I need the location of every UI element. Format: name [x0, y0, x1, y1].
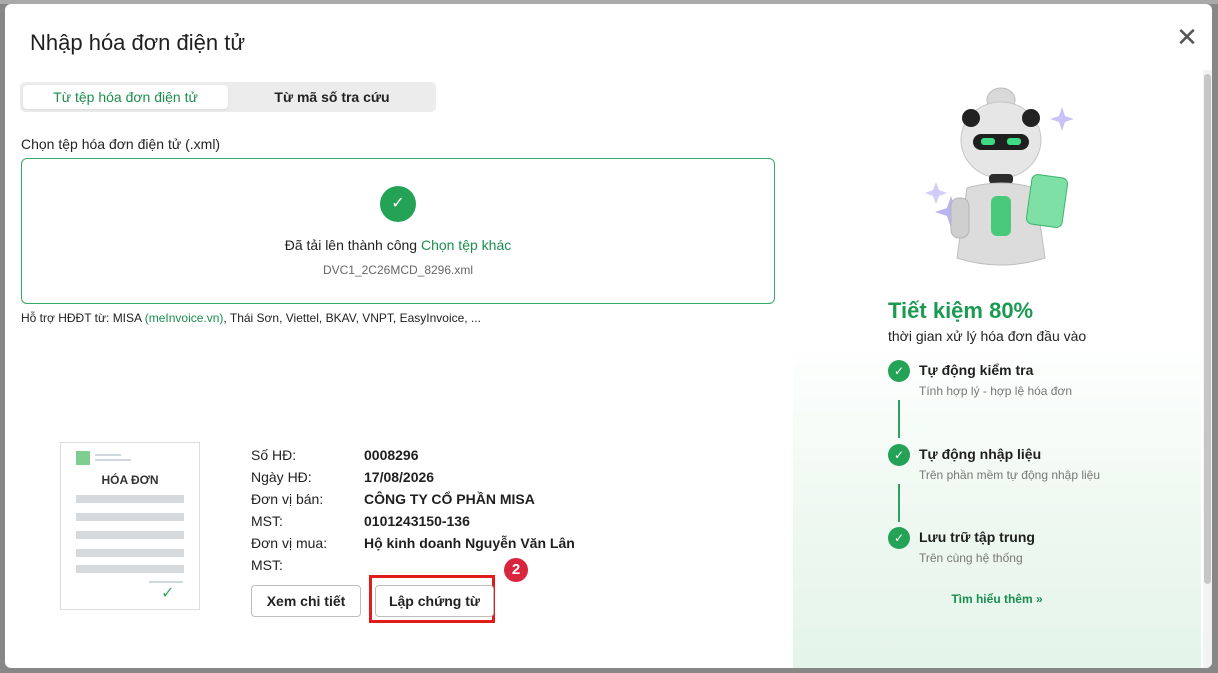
- support-suffix: , Thái Sơn, Viettel, BKAV, VNPT, EasyInv…: [223, 311, 481, 325]
- double-chevron-right-icon: »: [1036, 592, 1043, 606]
- tab-from-file[interactable]: Từ tệp hóa đơn điện tử: [23, 85, 228, 109]
- success-check-icon: ✓: [380, 186, 416, 222]
- invoice-value: CÔNG TY CỔ PHẦN MISA: [364, 491, 535, 507]
- feature-title: Tự động kiểm tra: [919, 362, 1034, 378]
- invoice-value: Hộ kinh doanh Nguyễn Văn Lân: [364, 535, 575, 551]
- support-prefix: Hỗ trợ HĐĐT từ: MISA: [21, 311, 142, 325]
- feature-title: Tự động nhập liệu: [919, 446, 1042, 462]
- feature-desc: Tính hợp lý - hợp lệ hóa đơn: [919, 384, 1073, 398]
- create-voucher-button[interactable]: Lập chứng từ: [375, 585, 494, 617]
- thumbnail-logo: [76, 451, 90, 465]
- supported-providers: Hỗ trợ HĐĐT từ: MISA (meInvoice.vn), Thá…: [21, 311, 481, 325]
- timeline-connector: [898, 400, 900, 438]
- tab-from-lookup-code[interactable]: Từ mã số tra cứu: [232, 85, 432, 109]
- dialog-title: Nhập hóa đơn điện tử: [30, 30, 246, 55]
- meinvoice-link[interactable]: (meInvoice.vn): [145, 311, 224, 325]
- robot-mascot-illustration: [925, 87, 1074, 266]
- feature-title: Lưu trữ tập trung: [919, 529, 1035, 545]
- thumbnail-heading: HÓA ĐƠN: [101, 473, 159, 487]
- close-icon[interactable]: ✕: [1174, 24, 1200, 50]
- check-circle-icon: ✓: [888, 360, 910, 382]
- file-picker-label: Chọn tệp hóa đơn điện tử (.xml): [21, 136, 221, 152]
- learn-more-link[interactable]: Tìm hiểu thêm »: [793, 592, 1201, 606]
- promo-panel: Tiết kiệm 80% thời gian xử lý hóa đơn đầ…: [793, 70, 1201, 668]
- uploaded-filename: DVC1_2C26MCD_8296.xml: [322, 263, 474, 277]
- check-circle-icon: ✓: [888, 527, 910, 549]
- thumbnail-check-icon: ✓: [161, 585, 175, 602]
- invoice-label: Số HĐ:: [251, 447, 297, 463]
- thumbnail-row: [76, 549, 184, 557]
- choose-other-file-link[interactable]: Chọn tệp khác: [421, 237, 511, 253]
- promo-title: Tiết kiệm 80%: [888, 298, 1034, 323]
- invoice-label: MST:: [251, 557, 283, 573]
- thumbnail-row: [76, 565, 184, 573]
- thumbnail-row: [76, 513, 184, 521]
- thumbnail-line: [95, 454, 121, 456]
- step-number-badge: 2: [504, 558, 528, 582]
- invoice-value: 0008296: [364, 447, 419, 463]
- invoice-thumbnail: HÓA ĐƠN ✓: [60, 442, 200, 610]
- feature-desc: Trên phần mềm tự động nhập liệu: [919, 468, 1101, 482]
- invoice-label: Đơn vị mua:: [251, 535, 328, 551]
- thumbnail-row: [76, 531, 184, 539]
- learn-more-label: Tìm hiểu thêm: [951, 592, 1033, 606]
- scrollbar-thumb[interactable]: [1204, 74, 1211, 584]
- invoice-value: 0101243150-136: [364, 513, 470, 529]
- import-invoice-dialog: Nhập hóa đơn điện tử ✕ Từ tệp hóa đơn đi…: [5, 4, 1212, 668]
- upload-status-text: Đã tải lên thành công: [284, 237, 418, 253]
- source-tabs: Từ tệp hóa đơn điện tử Từ mã số tra cứu: [20, 82, 436, 112]
- timeline-connector: [898, 484, 900, 522]
- view-detail-button[interactable]: Xem chi tiết: [251, 585, 361, 617]
- invoice-label: Đơn vị bán:: [251, 491, 324, 507]
- invoice-label: MST:: [251, 513, 283, 529]
- file-dropzone[interactable]: ✓ Đã tải lên thành công Chọn tệp khác DV…: [21, 158, 775, 304]
- promo-subtitle: thời gian xử lý hóa đơn đầu vào: [888, 328, 1087, 344]
- upload-status: Đã tải lên thành công Chọn tệp khác: [22, 237, 774, 253]
- invoice-label: Ngày HĐ:: [251, 469, 312, 485]
- thumbnail-row: [76, 495, 184, 503]
- feature-desc: Trên cùng hệ thống: [919, 551, 1023, 565]
- invoice-value: 17/08/2026: [364, 469, 435, 485]
- check-circle-icon: ✓: [888, 444, 910, 466]
- thumbnail-line: [95, 459, 131, 461]
